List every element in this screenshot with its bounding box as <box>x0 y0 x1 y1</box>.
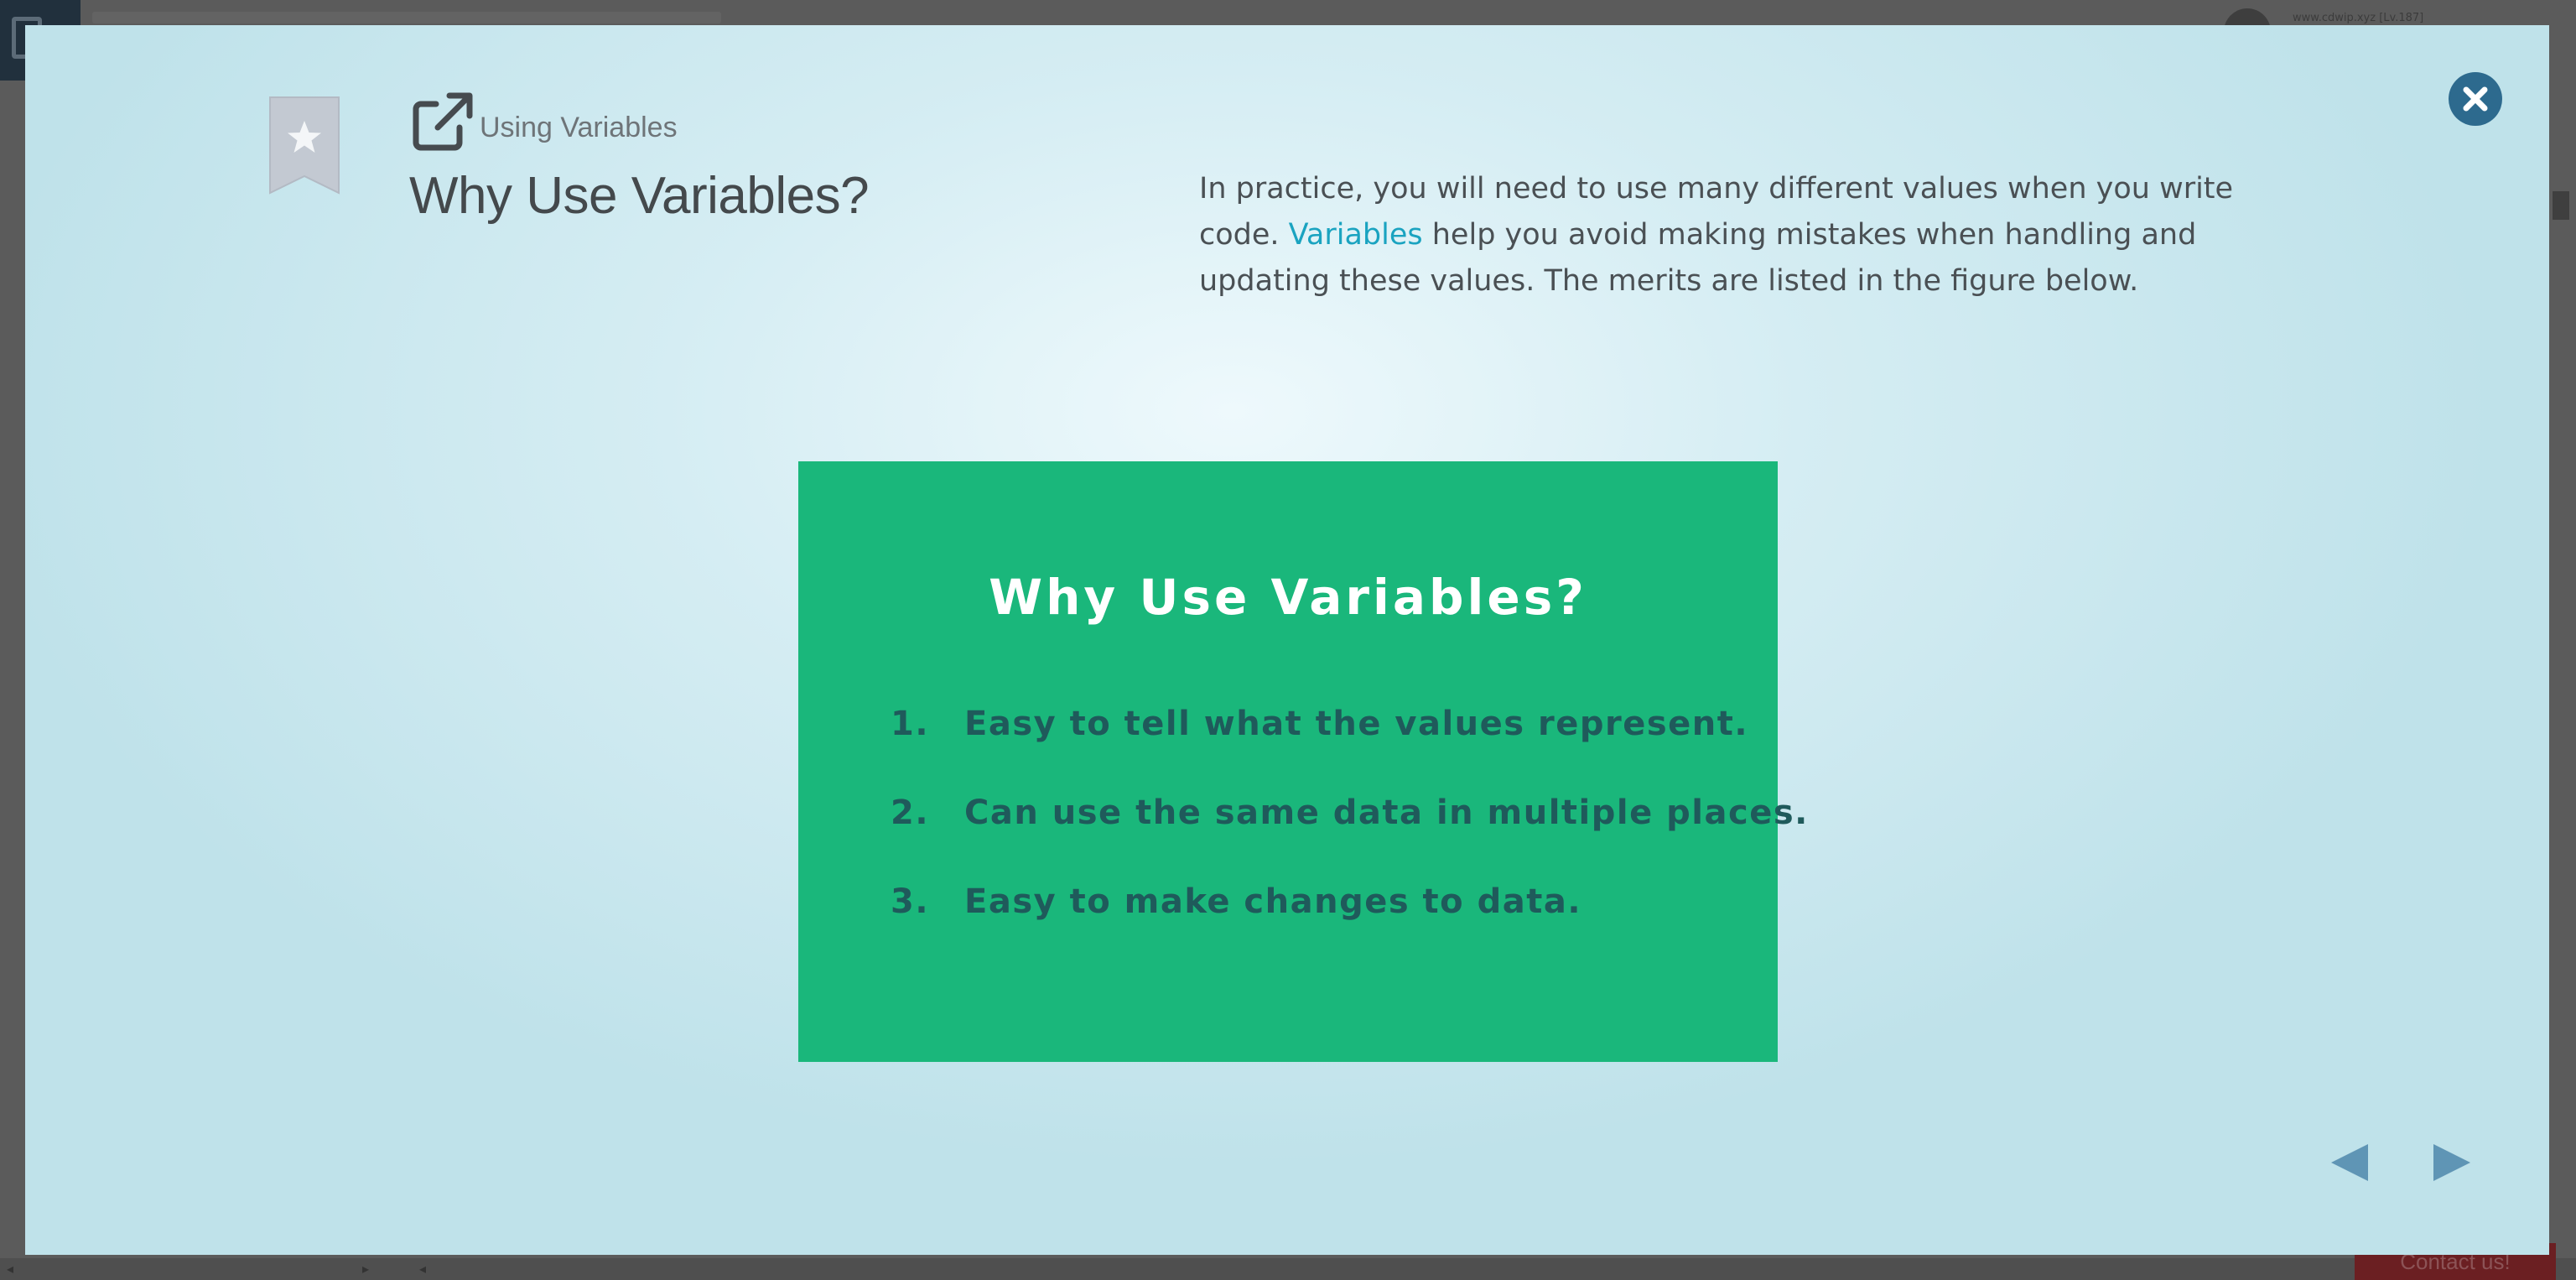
scroll-left-icon: ◂ <box>7 1261 14 1277</box>
arrow-left-icon <box>2331 1144 2368 1181</box>
lesson-modal: Using Variables Why Use Variables? In pr… <box>25 25 2549 1255</box>
figure-list: 1. Easy to tell what the values represent… <box>891 705 1809 971</box>
list-item: 3. Easy to make changes to data. <box>891 882 1809 971</box>
lesson-figure: Why Use Variables? 1. Easy to tell what t… <box>798 461 1807 1062</box>
previous-button[interactable] <box>2328 1141 2371 1184</box>
background-url-text: www.cdwip.xyz [Lv.187] <box>2293 12 2424 24</box>
lesson-description: In practice, you will need to use many d… <box>1199 166 2298 304</box>
figure-title: Why Use Variables? <box>989 569 1587 626</box>
arrow-right-icon <box>2433 1144 2470 1181</box>
external-link-icon[interactable] <box>413 92 473 151</box>
background-search-bar <box>92 12 721 23</box>
list-item-text: Easy to tell what the values represent. <box>964 705 1749 743</box>
scroll-right-icon: ▸ <box>362 1261 370 1277</box>
list-item: 2. Can use the same data in multiple plac… <box>891 793 1809 882</box>
list-item-text: Can use the same data in multiple places… <box>964 793 1809 832</box>
next-button[interactable] <box>2430 1141 2474 1184</box>
list-item-number: 2. <box>891 793 930 832</box>
background-bottom-bar: ◂ ▸ ◂ <box>0 1258 2576 1280</box>
page-title: Why Use Variables? <box>409 167 870 225</box>
scroll-left-icon: ◂ <box>419 1261 427 1277</box>
list-item-text: Easy to make changes to data. <box>964 882 1582 921</box>
list-item: 1. Easy to tell what the values represent… <box>891 705 1809 793</box>
list-item-number: 1. <box>891 705 930 743</box>
close-button[interactable] <box>2449 72 2502 126</box>
list-item-number: 3. <box>891 882 930 921</box>
bookmark-star-icon[interactable] <box>268 96 340 195</box>
close-icon <box>2463 86 2488 112</box>
variables-link[interactable]: Variables <box>1289 218 1423 252</box>
background-scrollbar <box>2553 191 2569 220</box>
breadcrumb: Using Variables <box>480 112 678 143</box>
